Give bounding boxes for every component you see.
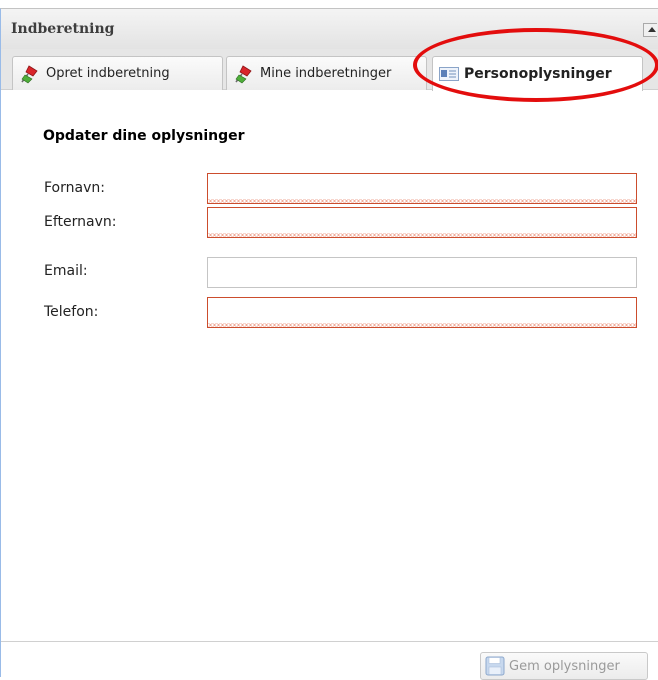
fornavn-input[interactable] <box>207 173 637 204</box>
tab-label: Mine indberetninger <box>260 66 392 81</box>
save-button-label: Gem oplysninger <box>509 658 620 674</box>
efternavn-input[interactable] <box>207 207 637 238</box>
pushpin-icon <box>21 64 38 83</box>
save-button[interactable]: Gem oplysninger <box>480 652 648 680</box>
form-content: Opdater dine oplysninger Fornavn: Eftern… <box>1 91 658 641</box>
pushpin-icon <box>235 64 252 83</box>
tab-strip: Opret indberetning Mine indberetninger P… <box>1 49 658 91</box>
efternavn-label: Efternavn: <box>44 214 117 230</box>
indberetning-panel: Indberetning Opret indberetning Mine ind… <box>0 8 658 680</box>
email-label: Email: <box>44 263 88 279</box>
tab-label: Personoplysninger <box>464 66 612 82</box>
tab-label: Opret indberetning <box>46 66 170 81</box>
floppy-disk-icon <box>485 656 505 676</box>
telefon-label: Telefon: <box>44 304 99 320</box>
id-card-icon <box>439 67 459 81</box>
tab-opret-indberetning[interactable]: Opret indberetning <box>12 56 223 90</box>
tab-mine-indberetninger[interactable]: Mine indberetninger <box>226 56 427 90</box>
fornavn-label: Fornavn: <box>44 180 105 196</box>
panel-footer: Gem oplysninger <box>1 641 658 680</box>
tab-personoplysninger[interactable]: Personoplysninger <box>432 56 643 91</box>
telefon-input[interactable] <box>207 297 637 328</box>
form-title: Opdater dine oplysninger <box>43 128 245 144</box>
panel-header: Indberetning <box>1 9 658 49</box>
panel-title: Indberetning <box>11 21 115 37</box>
triangle-up-icon[interactable] <box>643 23 657 37</box>
email-input[interactable] <box>207 257 637 288</box>
